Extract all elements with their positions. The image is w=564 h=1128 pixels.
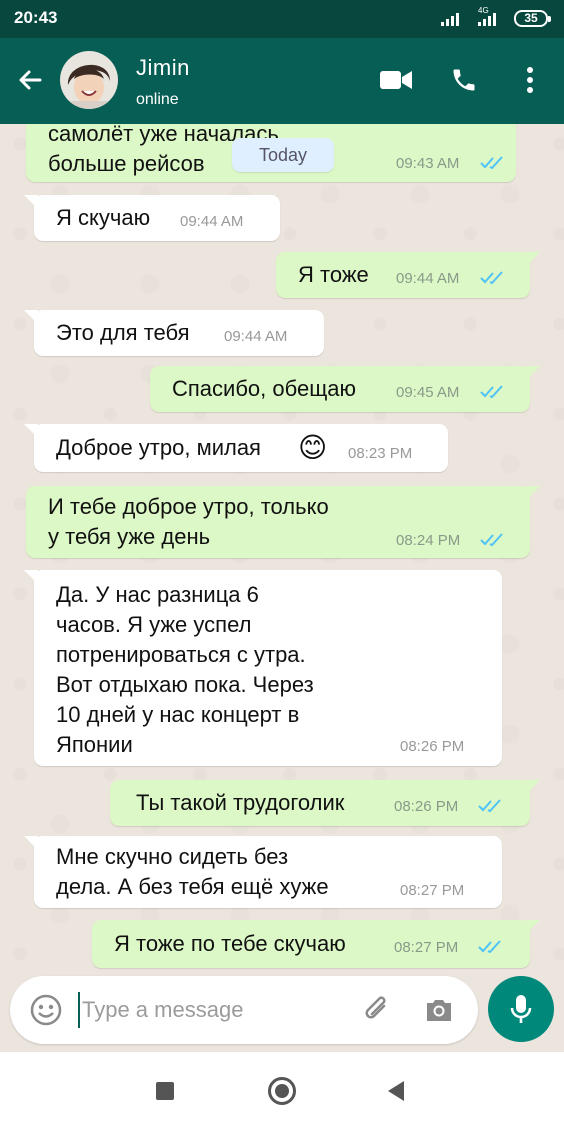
message-time: 08:27 PM: [394, 939, 459, 956]
message-time: 08:24 PM: [396, 532, 461, 549]
message-time: 09:44 AM: [180, 213, 244, 230]
message-text: Да. У нас разница 6 часов. Я уже успел п…: [56, 582, 314, 757]
attach-icon[interactable]: [362, 994, 394, 1026]
voice-call-icon[interactable]: [450, 66, 478, 94]
recent-apps-button[interactable]: [156, 1082, 174, 1100]
contact-name[interactable]: Jimin: [136, 55, 190, 81]
read-receipt-icon: [480, 385, 503, 399]
battery-icon: 35: [514, 10, 551, 27]
message-incoming[interactable]: Мне скучно сидеть без дела. А без тебя е…: [24, 836, 502, 908]
message-time: 09:43 AM: [396, 155, 460, 172]
message-text: Мне скучно сидеть без дела. А без тебя е…: [56, 844, 329, 899]
contact-status: online: [136, 91, 179, 108]
message-text: Доброе утро, милая: [56, 435, 261, 460]
date-chip: Today: [232, 138, 334, 172]
read-receipt-icon: [480, 156, 503, 170]
message-text: Это для тебя: [56, 320, 190, 345]
message-time: 08:23 PM: [348, 445, 413, 462]
message-list[interactable]: самолёт уже началась больше рейсов 09:43…: [0, 124, 564, 974]
message-incoming[interactable]: Это для тебя 09:44 AM: [24, 310, 324, 356]
message-outgoing[interactable]: Ты такой трудоголик 08:26 PM: [110, 780, 540, 826]
message-time: 09:44 AM: [224, 328, 288, 345]
message-outgoing[interactable]: Я тоже по тебе скучаю 08:27 PM: [92, 920, 540, 968]
camera-icon[interactable]: [424, 995, 454, 1025]
message-composer: [10, 976, 478, 1044]
message-time: 08:27 PM: [400, 882, 465, 899]
read-receipt-icon: [478, 940, 501, 954]
mic-button[interactable]: [488, 976, 554, 1042]
read-receipt-icon: [478, 799, 501, 813]
message-text: Я скучаю: [56, 205, 151, 230]
emoji-icon[interactable]: [30, 994, 62, 1026]
video-call-icon[interactable]: [380, 70, 412, 90]
message-time: 09:44 AM: [396, 270, 460, 287]
message-outgoing[interactable]: Я тоже 09:44 AM: [276, 252, 540, 298]
message-text: Я тоже по тебе скучаю: [114, 931, 346, 956]
more-options-icon[interactable]: [524, 66, 536, 94]
wifi-signal-icon: [441, 12, 459, 26]
status-time: 20:43: [14, 8, 58, 27]
home-circle-icon: [275, 1084, 289, 1098]
back-arrow-icon[interactable]: [16, 66, 44, 94]
status-bar: 20:43 4G 35: [0, 0, 564, 38]
message-incoming[interactable]: Да. У нас разница 6 часов. Я уже успел п…: [24, 570, 502, 766]
message-text: Ты такой трудоголик: [136, 790, 345, 815]
message-time: 08:26 PM: [400, 738, 465, 755]
message-time: 08:26 PM: [394, 798, 459, 815]
message-text: Спасибо, обещаю: [172, 376, 357, 401]
avatar[interactable]: [60, 51, 118, 109]
message-outgoing[interactable]: Спасибо, обещаю 09:45 AM: [150, 366, 540, 412]
system-navigation-bar: [0, 1052, 564, 1128]
read-receipt-icon: [480, 271, 503, 285]
message-text: И тебе доброе утро, только у тебя уже де…: [48, 494, 329, 549]
back-button[interactable]: [386, 1080, 406, 1102]
message-outgoing[interactable]: И тебе доброе утро, только у тебя уже де…: [26, 486, 540, 558]
home-button[interactable]: [268, 1077, 296, 1105]
microphone-icon: [510, 995, 532, 1023]
read-receipt-icon: [480, 533, 503, 547]
message-incoming[interactable]: Я скучаю 09:44 AM: [24, 195, 280, 241]
message-input[interactable]: [78, 992, 348, 1028]
smiling-face-emoji: 😊: [298, 432, 328, 463]
message-incoming[interactable]: Доброе утро, милая 😊 08:23 PM: [24, 424, 448, 472]
chat-header: Jimin online: [0, 38, 564, 124]
cell-signal-icon: [478, 12, 496, 26]
message-time: 09:45 AM: [396, 384, 460, 401]
message-text: Я тоже: [298, 262, 369, 287]
